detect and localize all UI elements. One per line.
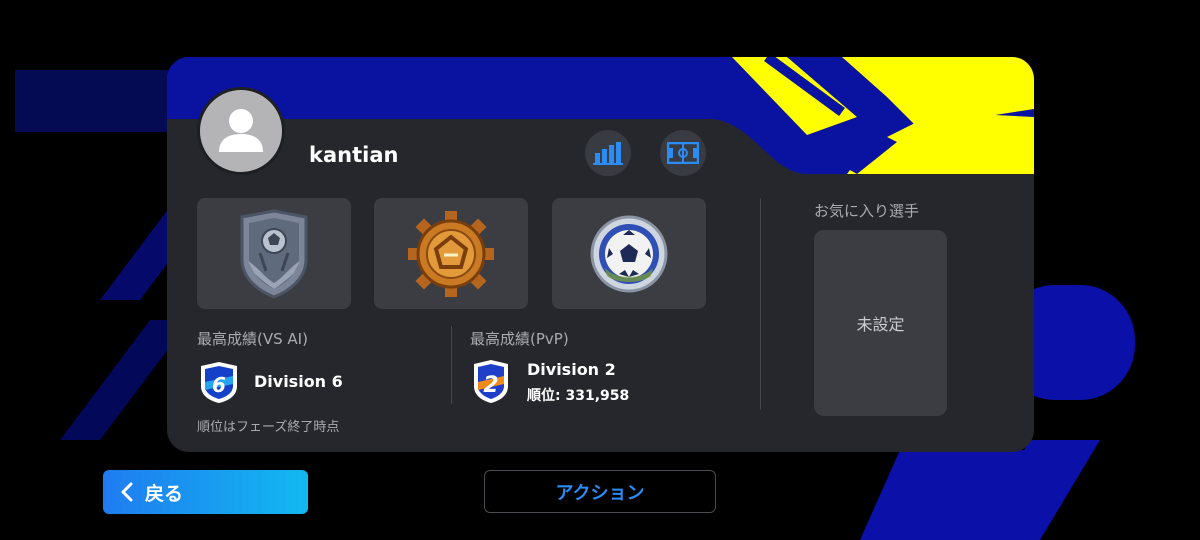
- badge-tile-2[interactable]: [374, 198, 528, 309]
- bar-chart-icon: [593, 142, 623, 165]
- favorite-player-label: お気に入り選手: [814, 202, 920, 220]
- person-silhouette-icon: [219, 109, 263, 152]
- badge-tile-1[interactable]: [197, 198, 351, 309]
- rank-note: 順位はフェーズ終了時点: [197, 420, 340, 435]
- stats-button[interactable]: [585, 130, 631, 176]
- favorite-divider: [760, 198, 761, 410]
- division-2-number: 2: [483, 373, 498, 398]
- shield-trophy-badge-icon: [240, 208, 308, 299]
- division-6-emblem-icon: 6: [201, 362, 237, 403]
- pitch-formation-icon: [667, 142, 699, 164]
- vs-ai-division: Division 6: [254, 372, 343, 391]
- back-button-label: 戻る: [145, 482, 184, 505]
- back-button[interactable]: 戻る: [103, 470, 308, 514]
- vs-ai-record-label: 最高成績(VS AI): [197, 330, 308, 348]
- pvp-division: Division 2: [527, 360, 616, 379]
- chevron-left-icon: [121, 482, 133, 502]
- badge-tile-3[interactable]: [552, 198, 706, 309]
- formation-button[interactable]: [660, 130, 706, 176]
- action-button-label: アクション: [555, 482, 645, 504]
- favorite-player-slot[interactable]: 未設定: [814, 230, 947, 416]
- pvp-record-label: 最高成績(PvP): [470, 330, 569, 348]
- division-6-number: 6: [212, 373, 226, 397]
- favorite-player-value: 未設定: [856, 315, 905, 334]
- bronze-gear-badge-icon: [408, 210, 494, 297]
- silver-ball-badge-icon: [590, 215, 668, 292]
- username: kantian: [309, 143, 399, 167]
- action-button[interactable]: アクション: [484, 470, 716, 513]
- avatar[interactable]: [197, 87, 285, 175]
- records-divider: [451, 326, 452, 404]
- pvp-rank: 順位: 331,958: [527, 388, 630, 404]
- division-2-emblem-icon: 2: [474, 360, 508, 403]
